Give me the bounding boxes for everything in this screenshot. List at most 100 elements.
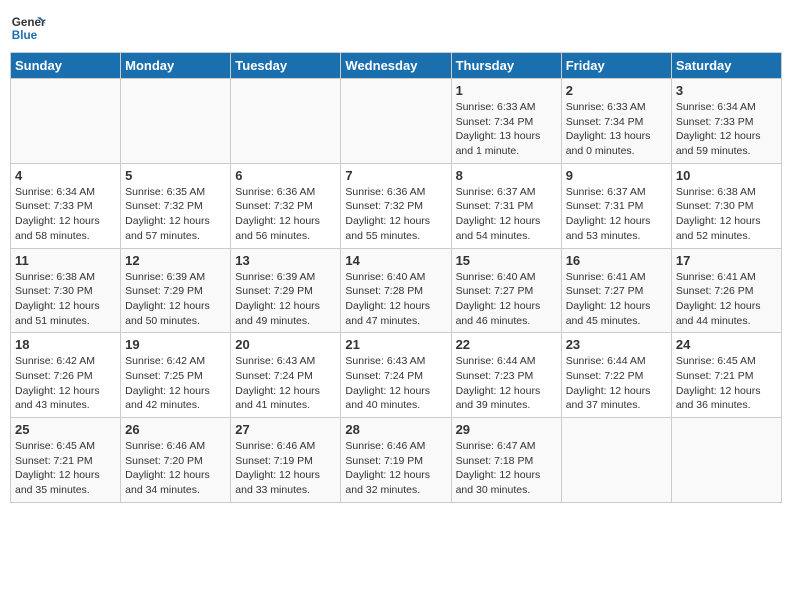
calendar-cell	[11, 79, 121, 164]
day-info: Sunrise: 6:33 AM Sunset: 7:34 PM Dayligh…	[566, 100, 667, 159]
day-info: Sunrise: 6:46 AM Sunset: 7:19 PM Dayligh…	[345, 439, 446, 498]
day-number: 20	[235, 337, 336, 352]
calendar-cell: 7 Sunrise: 6:36 AM Sunset: 7:32 PM Daylig…	[341, 163, 451, 248]
calendar-cell: 12Sunrise: 6:39 AM Sunset: 7:29 PM Dayli…	[121, 248, 231, 333]
day-info: Sunrise: 6:38 AM Sunset: 7:30 PM Dayligh…	[676, 185, 777, 244]
svg-text:Blue: Blue	[12, 29, 38, 42]
day-number: 18	[15, 337, 116, 352]
day-number: 19	[125, 337, 226, 352]
day-number: 25	[15, 422, 116, 437]
calendar-cell: 11Sunrise: 6:38 AM Sunset: 7:30 PM Dayli…	[11, 248, 121, 333]
day-info: Sunrise: 6:36 AM Sunset: 7:32 PM Dayligh…	[235, 185, 336, 244]
column-header-wednesday: Wednesday	[341, 53, 451, 79]
day-info: Sunrise: 6:37 AM Sunset: 7:31 PM Dayligh…	[566, 185, 667, 244]
day-info: Sunrise: 6:41 AM Sunset: 7:26 PM Dayligh…	[676, 270, 777, 329]
column-header-thursday: Thursday	[451, 53, 561, 79]
calendar-table: SundayMondayTuesdayWednesdayThursdayFrid…	[10, 52, 782, 503]
week-row-1: 1Sunrise: 6:33 AM Sunset: 7:34 PM Daylig…	[11, 79, 782, 164]
day-number: 8	[456, 168, 557, 183]
day-number: 4	[15, 168, 116, 183]
day-number: 6	[235, 168, 336, 183]
calendar-cell: 10 Sunrise: 6:38 AM Sunset: 7:30 PM Dayli…	[671, 163, 781, 248]
column-header-sunday: Sunday	[11, 53, 121, 79]
day-info: Sunrise: 6:45 AM Sunset: 7:21 PM Dayligh…	[676, 354, 777, 413]
day-info: Sunrise: 6:36 AM Sunset: 7:32 PM Dayligh…	[345, 185, 446, 244]
column-header-monday: Monday	[121, 53, 231, 79]
day-number: 9	[566, 168, 667, 183]
calendar-cell: 6 Sunrise: 6:36 AM Sunset: 7:32 PM Daylig…	[231, 163, 341, 248]
calendar-cell: 4 Sunrise: 6:34 AM Sunset: 7:33 PM Daylig…	[11, 163, 121, 248]
calendar-cell: 20 Sunrise: 6:43 AM Sunset: 7:24 PM Dayli…	[231, 333, 341, 418]
calendar-cell: 24 Sunrise: 6:45 AM Sunset: 7:21 PM Dayli…	[671, 333, 781, 418]
day-info: Sunrise: 6:34 AM Sunset: 7:33 PM Dayligh…	[15, 185, 116, 244]
calendar-cell: 25 Sunrise: 6:45 AM Sunset: 7:21 PM Dayli…	[11, 418, 121, 503]
column-header-saturday: Saturday	[671, 53, 781, 79]
calendar-cell: 1Sunrise: 6:33 AM Sunset: 7:34 PM Daylig…	[451, 79, 561, 164]
calendar-cell: 13 Sunrise: 6:39 AM Sunset: 7:29 PM Dayli…	[231, 248, 341, 333]
calendar-cell: 28 Sunrise: 6:46 AM Sunset: 7:19 PM Dayli…	[341, 418, 451, 503]
day-info: Sunrise: 6:43 AM Sunset: 7:24 PM Dayligh…	[235, 354, 336, 413]
column-header-friday: Friday	[561, 53, 671, 79]
calendar-cell: 26 Sunrise: 6:46 AM Sunset: 7:20 PM Dayli…	[121, 418, 231, 503]
day-number: 2	[566, 83, 667, 98]
day-number: 16	[566, 253, 667, 268]
calendar-cell: 8 Sunrise: 6:37 AM Sunset: 7:31 PM Daylig…	[451, 163, 561, 248]
calendar-cell: 19 Sunrise: 6:42 AM Sunset: 7:25 PM Dayli…	[121, 333, 231, 418]
day-number: 5	[125, 168, 226, 183]
day-number: 28	[345, 422, 446, 437]
day-info: Sunrise: 6:33 AM Sunset: 7:34 PM Dayligh…	[456, 100, 557, 159]
week-row-5: 25 Sunrise: 6:45 AM Sunset: 7:21 PM Dayli…	[11, 418, 782, 503]
day-info: Sunrise: 6:37 AM Sunset: 7:31 PM Dayligh…	[456, 185, 557, 244]
calendar-cell: 5 Sunrise: 6:35 AM Sunset: 7:32 PM Daylig…	[121, 163, 231, 248]
calendar-cell: 22Sunrise: 6:44 AM Sunset: 7:23 PM Dayli…	[451, 333, 561, 418]
day-info: Sunrise: 6:42 AM Sunset: 7:26 PM Dayligh…	[15, 354, 116, 413]
day-number: 26	[125, 422, 226, 437]
day-info: Sunrise: 6:40 AM Sunset: 7:28 PM Dayligh…	[345, 270, 446, 329]
day-number: 15	[456, 253, 557, 268]
day-number: 7	[345, 168, 446, 183]
logo: General Blue	[10, 10, 46, 46]
day-info: Sunrise: 6:41 AM Sunset: 7:27 PM Dayligh…	[566, 270, 667, 329]
day-info: Sunrise: 6:38 AM Sunset: 7:30 PM Dayligh…	[15, 270, 116, 329]
page-header: General Blue	[10, 10, 782, 46]
calendar-cell	[671, 418, 781, 503]
week-row-4: 18 Sunrise: 6:42 AM Sunset: 7:26 PM Dayli…	[11, 333, 782, 418]
header-row: SundayMondayTuesdayWednesdayThursdayFrid…	[11, 53, 782, 79]
calendar-cell: 9 Sunrise: 6:37 AM Sunset: 7:31 PM Daylig…	[561, 163, 671, 248]
day-info: Sunrise: 6:40 AM Sunset: 7:27 PM Dayligh…	[456, 270, 557, 329]
day-number: 29	[456, 422, 557, 437]
calendar-cell: 17 Sunrise: 6:41 AM Sunset: 7:26 PM Dayli…	[671, 248, 781, 333]
day-info: Sunrise: 6:39 AM Sunset: 7:29 PM Dayligh…	[235, 270, 336, 329]
day-number: 17	[676, 253, 777, 268]
week-row-2: 4 Sunrise: 6:34 AM Sunset: 7:33 PM Daylig…	[11, 163, 782, 248]
day-info: Sunrise: 6:34 AM Sunset: 7:33 PM Dayligh…	[676, 100, 777, 159]
day-info: Sunrise: 6:45 AM Sunset: 7:21 PM Dayligh…	[15, 439, 116, 498]
day-info: Sunrise: 6:42 AM Sunset: 7:25 PM Dayligh…	[125, 354, 226, 413]
calendar-cell: 15 Sunrise: 6:40 AM Sunset: 7:27 PM Dayli…	[451, 248, 561, 333]
day-number: 13	[235, 253, 336, 268]
calendar-cell: 29 Sunrise: 6:47 AM Sunset: 7:18 PM Dayli…	[451, 418, 561, 503]
calendar-cell	[561, 418, 671, 503]
calendar-cell: 14 Sunrise: 6:40 AM Sunset: 7:28 PM Dayli…	[341, 248, 451, 333]
calendar-cell: 27Sunrise: 6:46 AM Sunset: 7:19 PM Dayli…	[231, 418, 341, 503]
day-info: Sunrise: 6:39 AM Sunset: 7:29 PM Dayligh…	[125, 270, 226, 329]
day-number: 3	[676, 83, 777, 98]
calendar-cell: 21Sunrise: 6:43 AM Sunset: 7:24 PM Dayli…	[341, 333, 451, 418]
day-number: 21	[345, 337, 446, 352]
calendar-cell: 23Sunrise: 6:44 AM Sunset: 7:22 PM Dayli…	[561, 333, 671, 418]
day-number: 10	[676, 168, 777, 183]
day-info: Sunrise: 6:35 AM Sunset: 7:32 PM Dayligh…	[125, 185, 226, 244]
calendar-cell	[121, 79, 231, 164]
day-number: 27	[235, 422, 336, 437]
day-number: 22	[456, 337, 557, 352]
week-row-3: 11Sunrise: 6:38 AM Sunset: 7:30 PM Dayli…	[11, 248, 782, 333]
day-info: Sunrise: 6:46 AM Sunset: 7:20 PM Dayligh…	[125, 439, 226, 498]
calendar-cell: 16 Sunrise: 6:41 AM Sunset: 7:27 PM Dayli…	[561, 248, 671, 333]
calendar-cell	[231, 79, 341, 164]
day-number: 23	[566, 337, 667, 352]
day-info: Sunrise: 6:47 AM Sunset: 7:18 PM Dayligh…	[456, 439, 557, 498]
calendar-cell: 18 Sunrise: 6:42 AM Sunset: 7:26 PM Dayli…	[11, 333, 121, 418]
day-number: 14	[345, 253, 446, 268]
calendar-cell: 3 Sunrise: 6:34 AM Sunset: 7:33 PM Daylig…	[671, 79, 781, 164]
day-number: 24	[676, 337, 777, 352]
